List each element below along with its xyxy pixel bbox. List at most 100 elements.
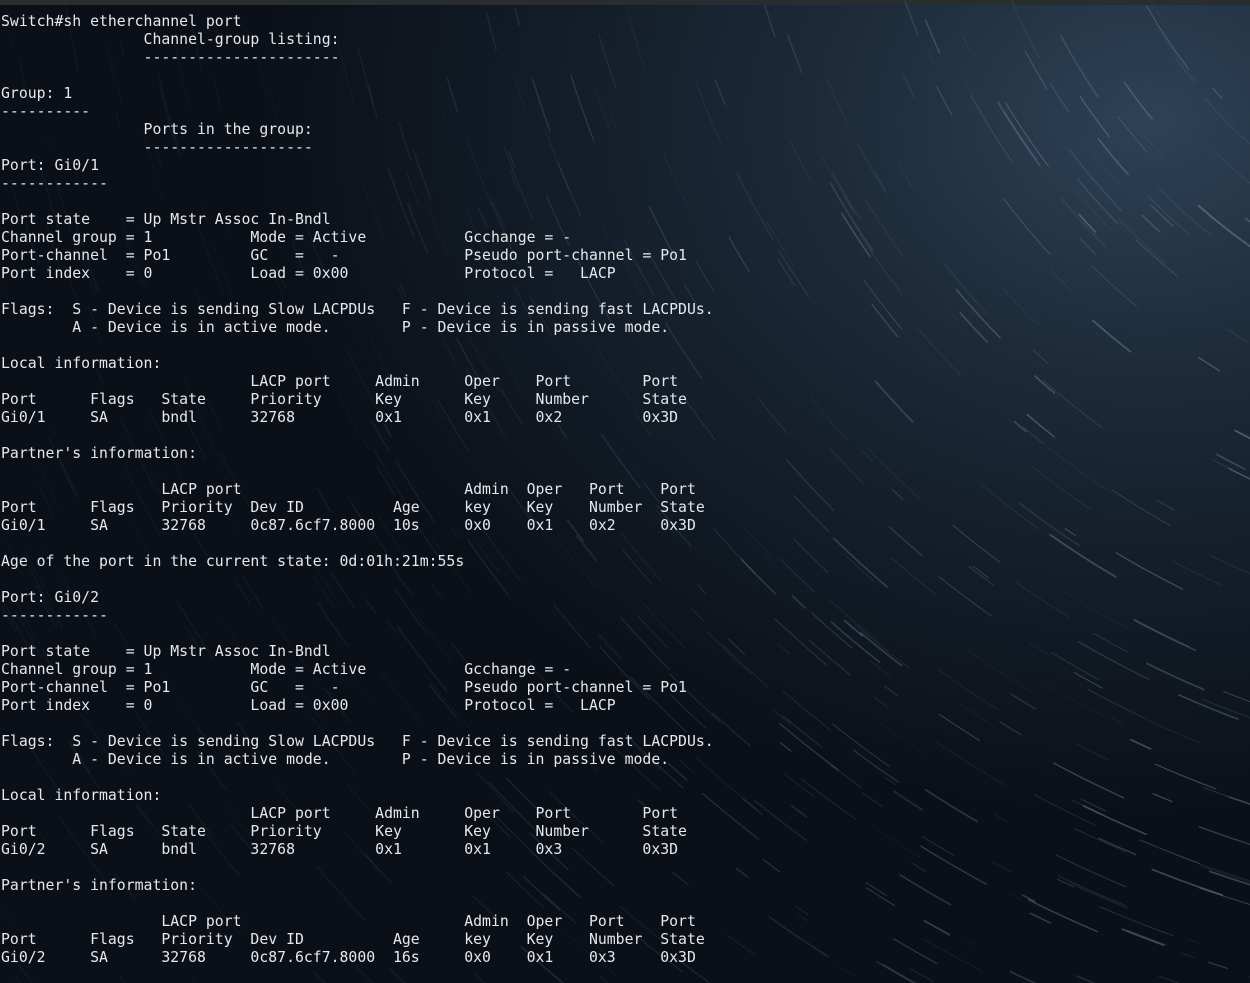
star-trail	[791, 595, 807, 609]
star-trail	[862, 792, 884, 808]
star-trail	[1145, 718, 1201, 744]
star-trail	[1197, 204, 1250, 248]
star-trail	[830, 764, 862, 788]
star-trail	[1097, 137, 1129, 176]
star-trail	[1055, 854, 1127, 888]
star-trail	[1023, 426, 1045, 445]
star-trail	[1057, 875, 1127, 907]
star-trail	[1202, 786, 1250, 805]
terminal-line: Age of the port in the current state: 0d…	[1, 553, 465, 570]
terminal-line: LACP port Admin Oper Port Port	[1, 481, 696, 498]
star-trail	[1049, 269, 1075, 294]
star-trail	[942, 261, 988, 314]
star-trail	[1092, 632, 1129, 653]
star-trail	[1005, 102, 1049, 167]
terminal-line: Port: Gi0/1	[1, 157, 99, 174]
terminal-line: Channel group = 1 Mode = Active Gcchange…	[1, 229, 572, 246]
star-trail	[874, 380, 914, 423]
star-trail	[920, 845, 988, 885]
star-trail	[907, 334, 957, 388]
star-trail	[768, 916, 829, 958]
star-trail	[1069, 882, 1129, 910]
star-trail	[859, 631, 903, 667]
star-trail	[935, 741, 1007, 787]
star-trail	[1216, 453, 1247, 471]
star-trail	[911, 862, 926, 872]
star-trail	[728, 236, 750, 273]
star-trail	[959, 311, 989, 344]
star-trail	[968, 565, 995, 586]
terminal-line: Gi0/2 SA bndl 32768 0x1 0x1 0x3 0x3D	[1, 841, 679, 858]
star-trail	[779, 742, 792, 752]
terminal-line: Switch#sh etherchannel port	[1, 13, 242, 30]
star-trail	[726, 934, 755, 955]
star-trail	[1201, 698, 1250, 719]
terminal-line: Port-channel = Po1 GC = - Pseudo port-ch…	[1, 247, 687, 264]
star-trail	[787, 33, 803, 74]
star-trail	[1197, 356, 1221, 372]
star-trail	[1079, 95, 1110, 138]
star-trail	[777, 643, 790, 655]
terminal-line: Port Flags Priority Dev ID Age key Key N…	[1, 499, 705, 516]
terminal-line: Port index = 0 Load = 0x00 Protocol = LA…	[1, 265, 616, 282]
star-trail	[706, 630, 753, 676]
star-trail	[899, 874, 952, 906]
star-trail	[871, 825, 922, 859]
star-trail	[1130, 738, 1152, 750]
star-trail	[1133, 618, 1190, 648]
terminal-line: ----------	[1, 103, 91, 120]
star-trail	[1178, 694, 1239, 720]
star-trail	[955, 288, 1001, 339]
star-trail	[801, 778, 857, 820]
star-trail	[924, 788, 979, 823]
terminal-line: Group: 1	[1, 85, 73, 102]
star-trail	[1198, 826, 1250, 846]
terminal-line: Port state = Up Mstr Assoc In-Bndl	[1, 211, 331, 228]
star-trail	[1029, 912, 1052, 924]
star-trail	[901, 72, 916, 99]
star-trail	[923, 919, 951, 936]
star-trail	[1042, 379, 1103, 428]
star-trail	[190, 978, 196, 983]
star-trail	[790, 804, 808, 818]
star-trail	[1056, 878, 1075, 888]
star-trail	[1099, 906, 1173, 936]
star-trail	[877, 720, 923, 753]
star-trail	[1133, 619, 1197, 651]
star-trail	[1212, 150, 1250, 184]
star-trail	[999, 721, 1022, 736]
star-trail	[1185, 938, 1202, 945]
star-trail	[789, 141, 812, 182]
star-trail	[742, 798, 764, 816]
star-trail	[764, 4, 776, 38]
terminal-line: Channel-group listing:	[1, 31, 340, 48]
terminal-output[interactable]: Switch#sh etherchannel port Channel-grou…	[1, 13, 714, 967]
star-trail	[829, 448, 864, 484]
star-trail	[1009, 970, 1037, 983]
star-trail	[1150, 204, 1174, 227]
star-trail	[950, 270, 960, 282]
star-trail	[355, 965, 374, 983]
star-trail	[884, 685, 899, 697]
star-trail	[874, 171, 886, 191]
terminal-line: Partner's information:	[1, 445, 197, 462]
star-trail	[980, 483, 1039, 530]
terminal-window[interactable]: Switch#sh etherchannel port Channel-grou…	[0, 0, 1250, 983]
star-trail	[970, 94, 1013, 162]
star-trail	[1033, 349, 1048, 364]
terminal-line: Local information:	[1, 787, 162, 804]
star-trail	[1179, 952, 1195, 959]
star-trail	[871, 303, 899, 338]
terminal-line: Gi0/1 SA bndl 32768 0x1 0x1 0x2 0x3D	[1, 409, 679, 426]
star-trail	[774, 618, 827, 666]
star-trail	[1010, 693, 1036, 710]
star-trail	[753, 799, 808, 842]
star-trail	[1079, 237, 1096, 255]
star-trail	[840, 212, 871, 258]
star-trail	[1043, 683, 1108, 719]
star-trail	[1140, 131, 1164, 158]
